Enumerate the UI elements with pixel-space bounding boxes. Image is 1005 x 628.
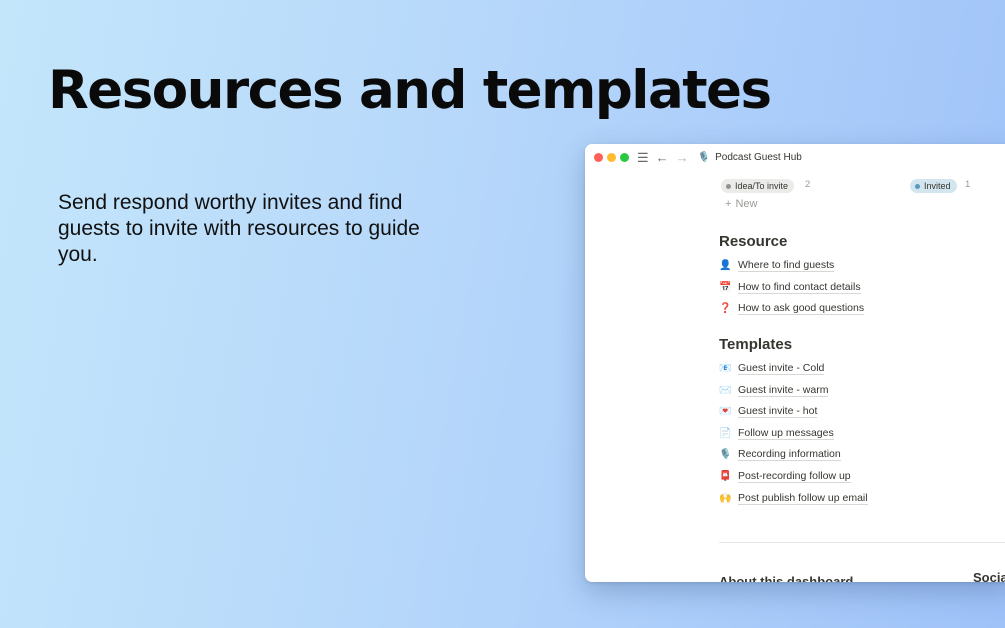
status-tag-label: Idea/To invite (735, 181, 789, 191)
resource-heading: Resource (719, 233, 788, 250)
resource-link-contact-details[interactable]: 📅 How to find contact details (719, 277, 1005, 299)
envelope-icon: ✉️ (719, 384, 732, 396)
document-icon: 📄 (719, 427, 732, 439)
forward-arrow-icon[interactable]: → (676, 151, 689, 164)
plus-icon: + (725, 198, 732, 210)
social-heading: Social (973, 570, 1005, 582)
page-title[interactable]: Podcast Guest Hub (715, 152, 802, 163)
status-tag-invited[interactable]: Invited (910, 179, 957, 193)
link-label: Recording information (738, 448, 841, 462)
status-count: 1 (965, 179, 971, 190)
question-mark-icon: ❓ (719, 303, 732, 315)
page-subtext: Send respond worthy invites and find gue… (58, 191, 420, 266)
new-card-button[interactable]: + New (725, 198, 1005, 212)
template-link-invite-warm[interactable]: ✉️ Guest invite - warm (719, 379, 1005, 401)
link-label: Where to find guests (738, 259, 835, 273)
link-label: Guest invite - hot (738, 405, 818, 419)
maximize-window-button[interactable] (620, 152, 629, 162)
about-heading: About this dashboard (719, 574, 854, 582)
new-card-label: New (735, 198, 758, 210)
status-dot-icon (915, 183, 920, 189)
microphone-icon: 🎙️ (697, 151, 711, 163)
email-icon: 📧 (719, 363, 732, 375)
window-titlebar: ☰ ← → 🎙️ Podcast Guest Hub (585, 144, 1005, 170)
page-headline: Resources and templates (48, 60, 772, 121)
person-icon: 👤 (719, 260, 732, 272)
resource-link-where-to-find-guests[interactable]: 👤 Where to find guests (719, 255, 1005, 277)
status-board-row: Idea/To invite 2 Invited 1 (719, 178, 1005, 193)
section-divider (719, 542, 1005, 543)
status-dot-icon (726, 183, 731, 189)
minimize-window-button[interactable] (607, 152, 616, 162)
app-window: ☰ ← → 🎙️ Podcast Guest Hub Idea/To invit… (585, 144, 1005, 582)
resource-list: 👤 Where to find guests 📅 How to find con… (719, 255, 1005, 320)
raised-hands-icon: 🙌 (719, 492, 732, 504)
microphone-icon: 🎙️ (719, 449, 732, 461)
sidebar-menu-icon[interactable]: ☰ (637, 151, 649, 164)
link-label: Guest invite - Cold (738, 362, 825, 376)
back-arrow-icon[interactable]: ← (656, 151, 669, 164)
link-label: Follow up messages (738, 426, 834, 440)
link-label: Guest invite - warm (738, 383, 829, 397)
template-link-post-recording[interactable]: 📮 Post-recording follow up (719, 466, 1005, 488)
templates-list: 📧 Guest invite - Cold ✉️ Guest invite - … (719, 358, 1005, 509)
page-content: Idea/To invite 2 Invited 1 + New Resource… (719, 178, 1005, 509)
link-label: Post-recording follow up (738, 470, 851, 484)
link-label: How to find contact details (738, 280, 861, 294)
template-link-follow-up-messages[interactable]: 📄 Follow up messages (719, 423, 1005, 445)
link-label: Post publish follow up email (738, 491, 868, 505)
resource-link-good-questions[interactable]: ❓ How to ask good questions (719, 298, 1005, 320)
status-count: 2 (805, 179, 811, 190)
status-tag-idea[interactable]: Idea/To invite (721, 179, 795, 193)
template-link-recording-information[interactable]: 🎙️ Recording information (719, 444, 1005, 466)
template-link-invite-cold[interactable]: 📧 Guest invite - Cold (719, 358, 1005, 380)
templates-heading: Templates (719, 335, 793, 353)
status-tag-label: Invited (924, 181, 951, 191)
love-letter-icon: 💌 (719, 406, 732, 418)
template-link-post-publish[interactable]: 🙌 Post publish follow up email (719, 487, 1005, 509)
calendar-icon: 📅 (719, 281, 732, 293)
template-link-invite-hot[interactable]: 💌 Guest invite - hot (719, 401, 1005, 423)
close-window-button[interactable] (594, 152, 603, 162)
link-label: How to ask good questions (738, 302, 865, 316)
postbox-icon: 📮 (719, 471, 732, 483)
